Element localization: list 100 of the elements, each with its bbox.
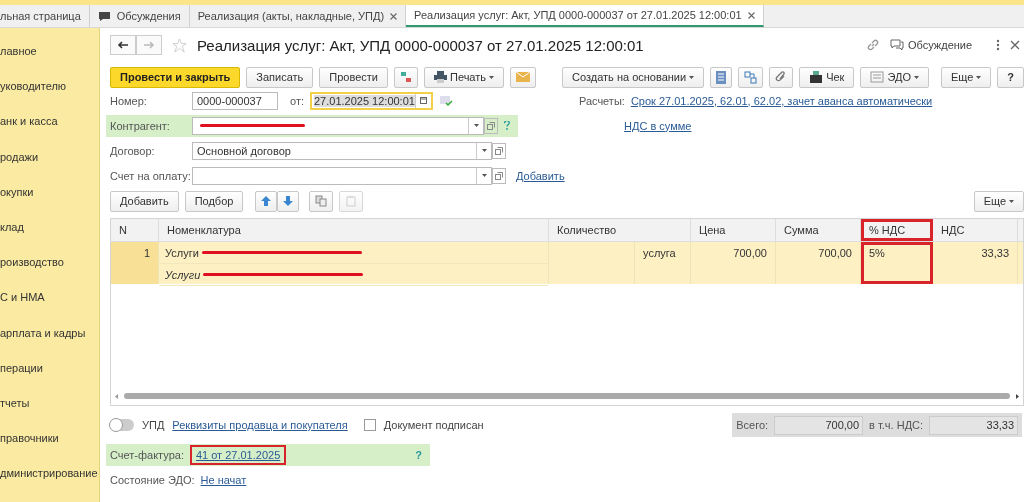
edo-status-label: Состояние ЭДО: [110,473,195,486]
scrollbar[interactable] [124,393,1010,399]
more-button[interactable]: Еще [973,190,1024,212]
invoice-field[interactable] [192,166,492,185]
caret-icon [976,75,982,79]
open-button[interactable] [492,142,506,159]
move-down-button[interactable] [277,190,300,212]
arrow-right-icon [143,41,155,49]
copy-button[interactable] [309,190,334,212]
sidebar-item[interactable]: лавное [0,38,99,74]
caret-icon [1009,199,1015,203]
total-field: 700,00 [774,415,864,435]
tab[interactable]: Обсуждения [89,5,190,27]
post-button[interactable]: Провести [319,66,388,88]
sidebar-item[interactable]: С и НМА [0,284,99,320]
sidebar-item[interactable]: роизводство [0,249,99,285]
add-button[interactable]: Добавить [110,190,179,212]
close-icon[interactable] [1010,40,1021,50]
ledger-icon [400,71,412,83]
open-window-icon [495,171,503,180]
printer-icon [434,71,447,83]
table-cell: 33,33 [981,247,1009,259]
calendar-icon[interactable] [419,97,427,104]
edo-button[interactable]: ЭДО [860,66,929,88]
vat-link[interactable]: НДС в сумме [624,119,692,132]
pick-button[interactable]: Подбор [184,190,244,212]
table-cell: 700,00 [818,247,852,259]
caret-icon [481,174,487,177]
sidebar-item[interactable]: окупки [0,178,99,214]
scroll-left-icon[interactable] [115,393,118,399]
scroll-right-icon[interactable] [1016,393,1019,399]
tab[interactable]: Реализация услуг: Акт, УПД 0000-000037 от 27.01.2025 12:00:01 [406,5,764,27]
email-button[interactable] [510,66,537,88]
star-icon[interactable] [172,37,187,53]
close-icon[interactable] [747,11,755,19]
more-button[interactable]: Еще [940,66,992,88]
caret-icon [913,75,919,79]
post-and-close-button[interactable]: Провести и закрыть [110,66,241,88]
cash-register-icon [809,71,824,83]
back-button[interactable] [110,35,136,55]
print-button[interactable]: Печать [424,66,505,88]
contract-label: Договор: [110,144,156,157]
vat-total-field: 33,33 [929,415,1019,435]
envelope-icon [516,72,531,82]
more-icon[interactable] [996,39,1001,51]
document-button[interactable] [710,66,733,88]
sidebar-item[interactable]: правочники [0,425,99,461]
column-header[interactable]: Сумма [776,219,861,241]
column-header[interactable]: Номенклатура [159,219,549,241]
requisites-link[interactable]: Реквизиты продавца и покупателя [172,419,348,431]
sidebar-item[interactable]: дминистрирование [0,460,99,496]
sidebar-item[interactable]: анк и касса [0,108,99,144]
arrow-down-icon [283,196,294,206]
number-field[interactable]: 0000-000037 [192,91,278,110]
settlements-link[interactable]: Срок 27.01.2025, 62.01, 62.02, зачет аванса автоматически [630,94,933,107]
sidebar-item[interactable]: клад [0,213,99,250]
contract-field[interactable]: Основной договор [192,141,492,160]
date-field[interactable]: 27.01.2025 12:00:01 [310,91,433,110]
table-cell: 1 [143,247,150,259]
caret-icon [481,149,487,152]
document-check-icon[interactable] [438,94,453,107]
paperclip-icon [775,70,788,84]
open-button[interactable] [492,167,506,184]
journal-entries-button[interactable] [394,66,418,88]
link-icon[interactable] [866,38,880,52]
column-header[interactable]: % НДС [861,219,933,241]
table-row[interactable]: 1 Услуги Услуги услуга 700,00 700,00 5% 33,33 [111,242,1023,284]
structure-icon [744,70,758,84]
discussion-button[interactable]: Обсуждение [890,39,973,51]
edo-status-link[interactable]: Не начат [200,473,247,486]
column-header[interactable]: НДС [933,219,1018,241]
counterparty-field[interactable] [192,116,484,135]
help-button[interactable]: ? [997,66,1024,88]
column-header[interactable]: Количество [549,219,691,241]
close-icon[interactable] [390,12,398,20]
column-header[interactable]: N [111,219,159,241]
open-button[interactable] [484,117,498,134]
sidebar-item[interactable]: тчеты [0,389,99,426]
sidebar-item[interactable]: родажи [0,143,99,179]
chat-icon [890,39,904,51]
sidebar-item[interactable]: перации [0,354,99,390]
open-window-icon [487,121,495,130]
invoice-link[interactable]: 41 от 27.01.2025 [189,444,287,465]
receipt-button[interactable]: Чек [799,66,855,88]
column-header[interactable]: Цена [691,219,776,241]
create-based-on-button[interactable]: Создать на основании [562,66,705,88]
vat-total-label: в т.ч. НДС: [869,419,924,431]
attachment-button[interactable] [769,66,794,88]
add-link[interactable]: Добавить [516,169,565,182]
table-cell: 5% [869,247,885,259]
help-icon[interactable] [504,121,510,130]
structure-button[interactable] [738,66,764,88]
copy-icon [315,195,328,207]
upd-toggle[interactable] [110,419,134,431]
sidebar-item[interactable]: уководителю [0,73,99,109]
save-button[interactable]: Записать [246,66,314,88]
signed-checkbox[interactable] [363,419,376,431]
tab[interactable]: льная страница [0,5,90,27]
move-up-button[interactable] [255,190,278,212]
sidebar-item[interactable]: арплата и кадры [0,319,99,355]
